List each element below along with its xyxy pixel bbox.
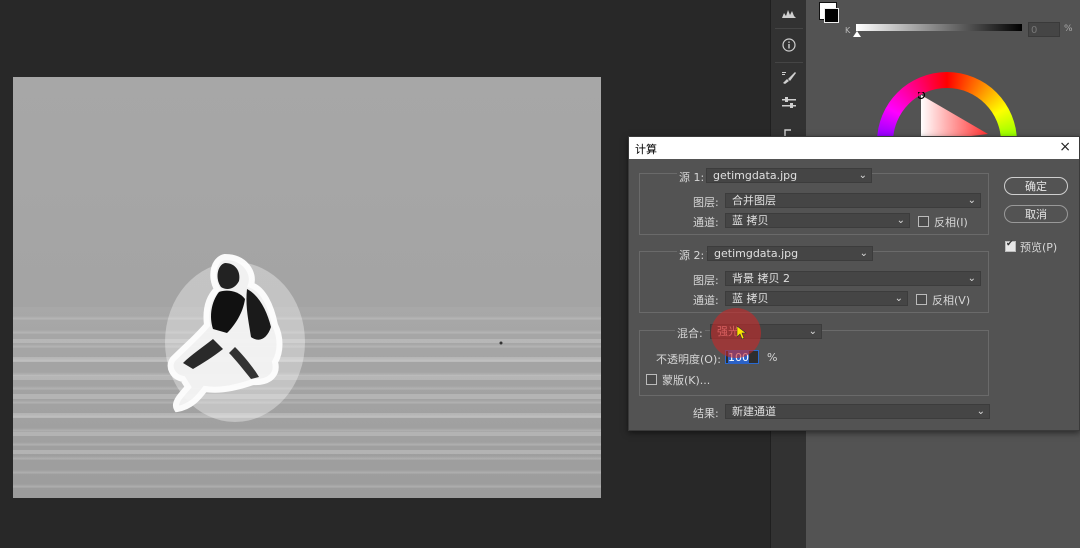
source1-layer-label: 图层: — [693, 196, 719, 209]
k-slider-thumb[interactable] — [853, 31, 861, 37]
source2-channel-label: 通道: — [693, 294, 719, 307]
color-triangle[interactable] — [918, 92, 988, 142]
source2-layer-select[interactable]: 背景 拷贝 2 ⌄ — [725, 271, 981, 286]
source1-channel-select[interactable]: 蓝 拷贝 ⌄ — [725, 213, 910, 228]
preview-label: 预览(P) — [1020, 241, 1058, 254]
source1-channel-label: 通道: — [693, 216, 719, 229]
dialog-title: 计算 — [635, 143, 657, 156]
source1-file-select[interactable]: getimgdata.jpg ⌄ — [706, 168, 872, 183]
result-select[interactable]: 新建通道 ⌄ — [725, 404, 990, 419]
cursor-highlight — [711, 308, 761, 358]
source2-label: 源 2: — [677, 247, 707, 263]
source1-layer-select[interactable]: 合并图层 ⌄ — [725, 193, 981, 208]
foreground-color-swatch[interactable] — [824, 8, 839, 23]
result-label: 结果: — [693, 407, 719, 420]
cancel-button[interactable]: 取消 — [1004, 205, 1068, 223]
opacity-unit: % — [767, 351, 778, 364]
info-icon[interactable] — [771, 32, 807, 58]
source2-invert-checkbox[interactable] — [916, 294, 927, 305]
k-value-input[interactable]: 0 — [1028, 22, 1060, 37]
preview-checkbox[interactable] — [1005, 239, 1016, 252]
brush-settings-icon[interactable] — [771, 65, 807, 91]
calculations-dialog: 计算 × 源 1: getimgdata.jpg ⌄ 图层: 合并图层 ⌄ 通道: … — [628, 136, 1080, 431]
source1-invert-label: 反相(I) — [934, 216, 968, 229]
adjust-icon[interactable] — [771, 90, 807, 116]
mouse-cursor-icon — [737, 326, 747, 340]
source2-invert-label: 反相(V) — [932, 294, 971, 307]
source2-channel-select[interactable]: 蓝 拷贝 ⌄ — [725, 291, 908, 306]
source1-label: 源 1: — [677, 169, 707, 185]
figure-silhouette — [165, 253, 305, 422]
k-value-unit: % — [1064, 24, 1073, 34]
blending-label: 混合: — [675, 325, 705, 341]
source2-file-select[interactable]: getimgdata.jpg ⌄ — [707, 246, 873, 261]
document-image[interactable] — [13, 77, 601, 498]
dialog-titlebar[interactable]: 计算 × — [629, 137, 1079, 159]
close-icon[interactable]: × — [1059, 139, 1071, 155]
opacity-label: 不透明度(O): — [656, 353, 721, 366]
mask-checkbox[interactable] — [646, 374, 657, 385]
ok-button[interactable]: 确定 — [1004, 177, 1068, 195]
source2-layer-label: 图层: — [693, 274, 719, 287]
k-slider-label: K — [845, 26, 851, 35]
mask-label[interactable]: 蒙版(K)... — [662, 372, 710, 388]
image-content — [13, 253, 601, 454]
k-slider[interactable] — [856, 24, 1022, 31]
histogram-icon[interactable] — [771, 0, 807, 26]
source1-invert-checkbox[interactable] — [918, 216, 929, 227]
